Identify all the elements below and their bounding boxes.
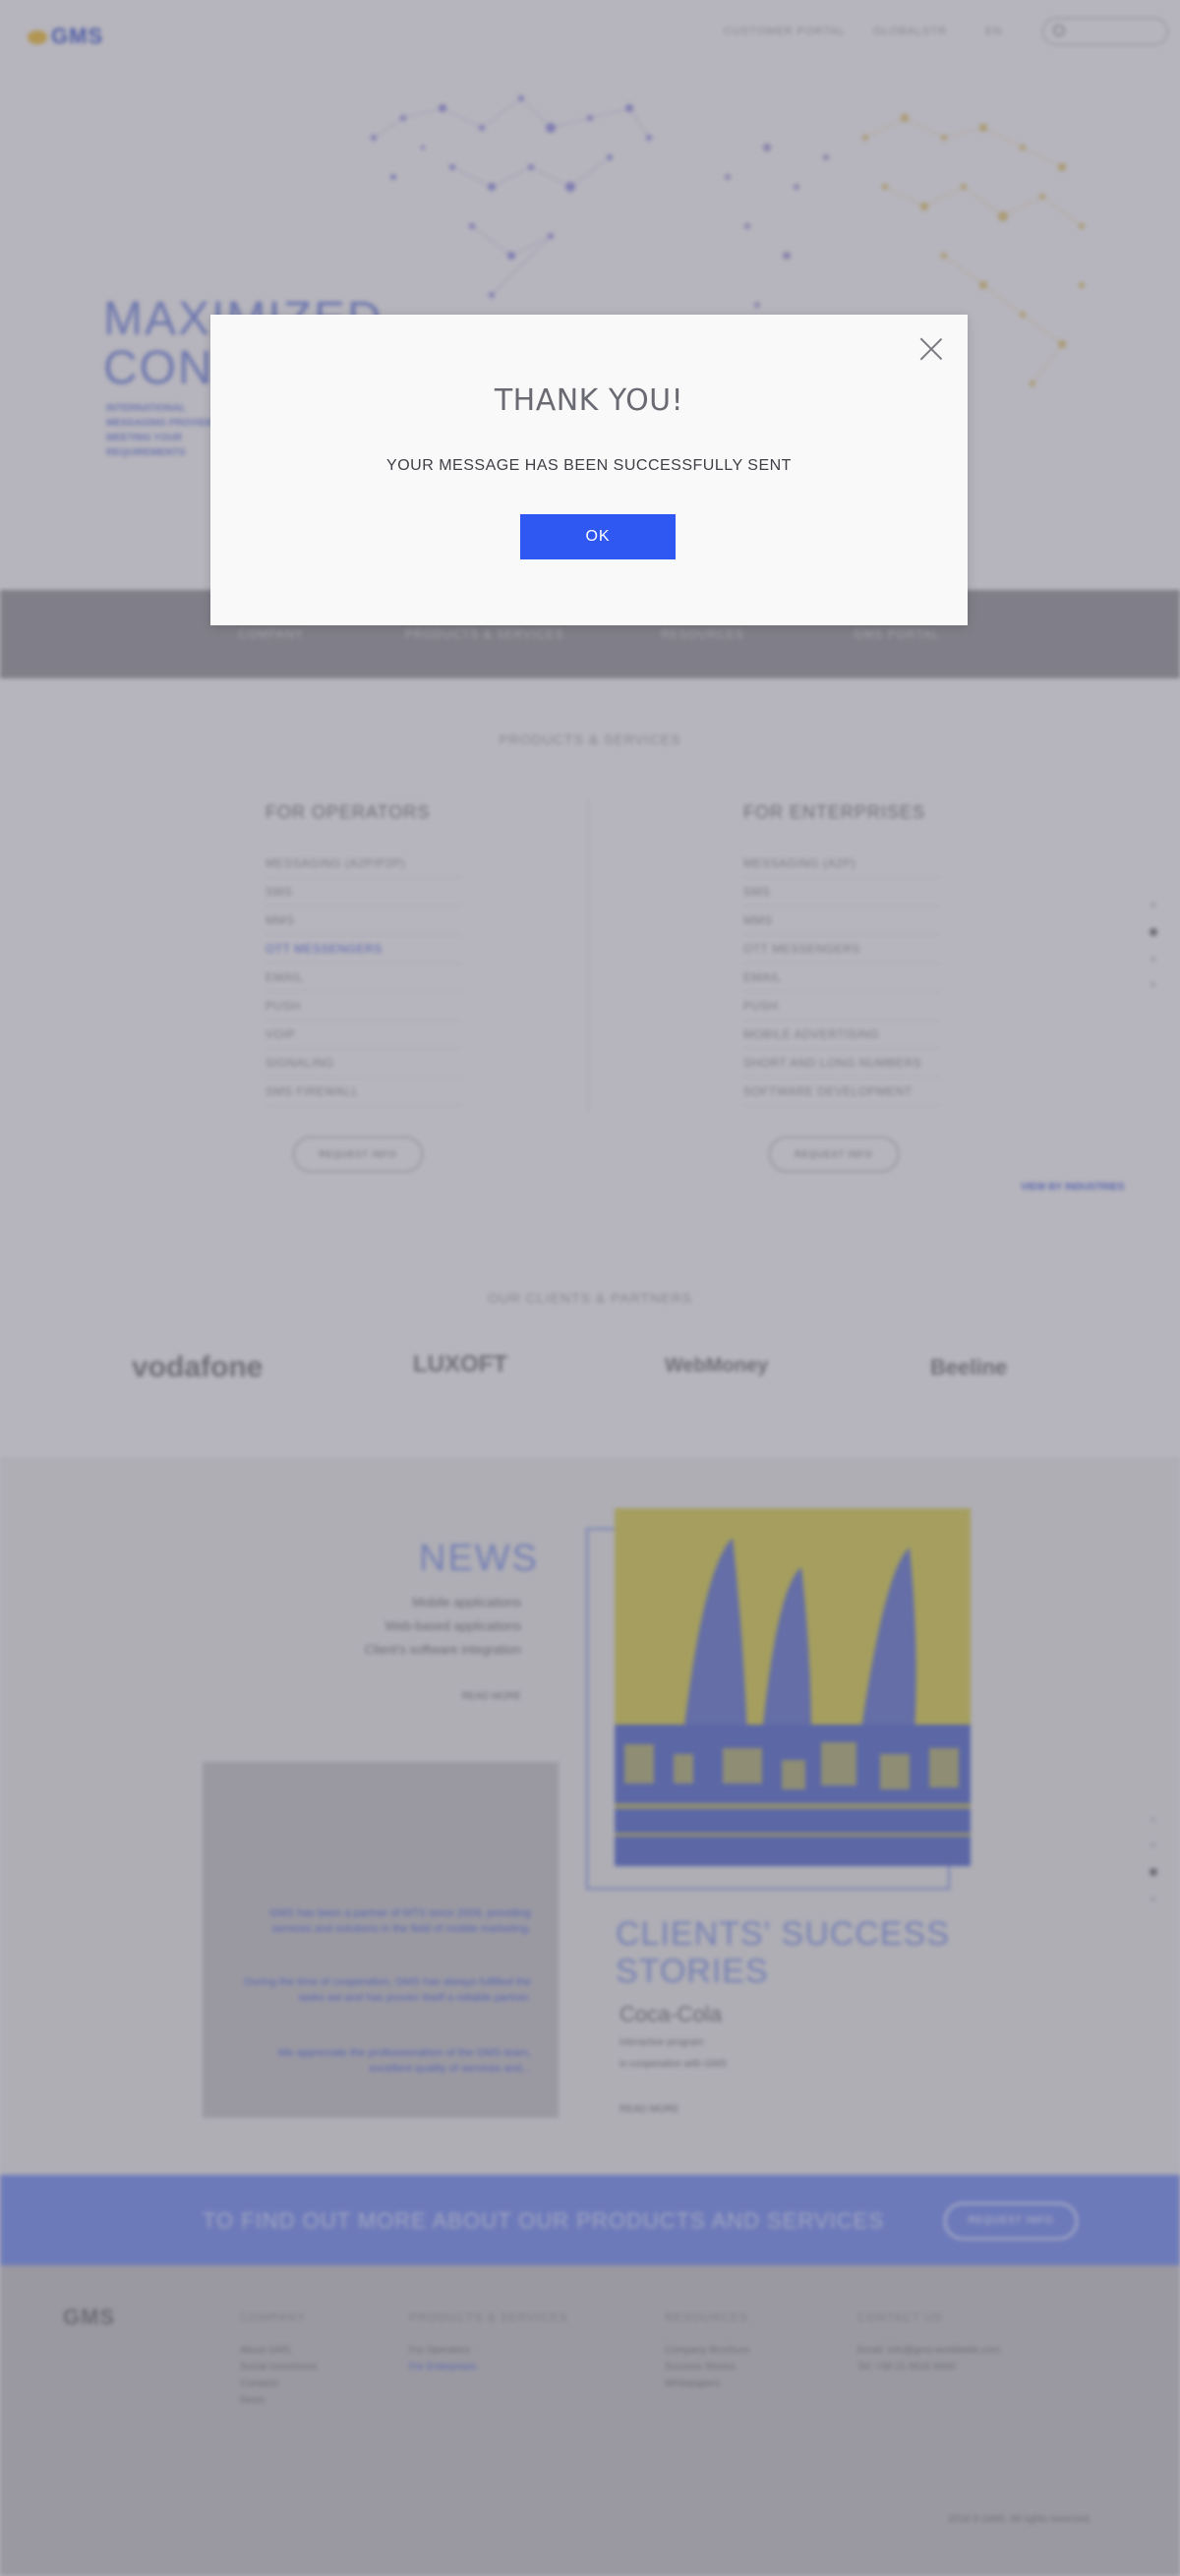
thank-you-modal: THANK YOU! YOUR MESSAGE HAS BEEN SUCCESS… [210, 315, 968, 625]
modal-message: YOUR MESSAGE HAS BEEN SUCCESSFULLY SENT [386, 457, 792, 474]
close-icon[interactable] [916, 334, 946, 364]
modal-title: THANK YOU! [494, 383, 684, 418]
ok-button[interactable]: OK [520, 514, 676, 559]
